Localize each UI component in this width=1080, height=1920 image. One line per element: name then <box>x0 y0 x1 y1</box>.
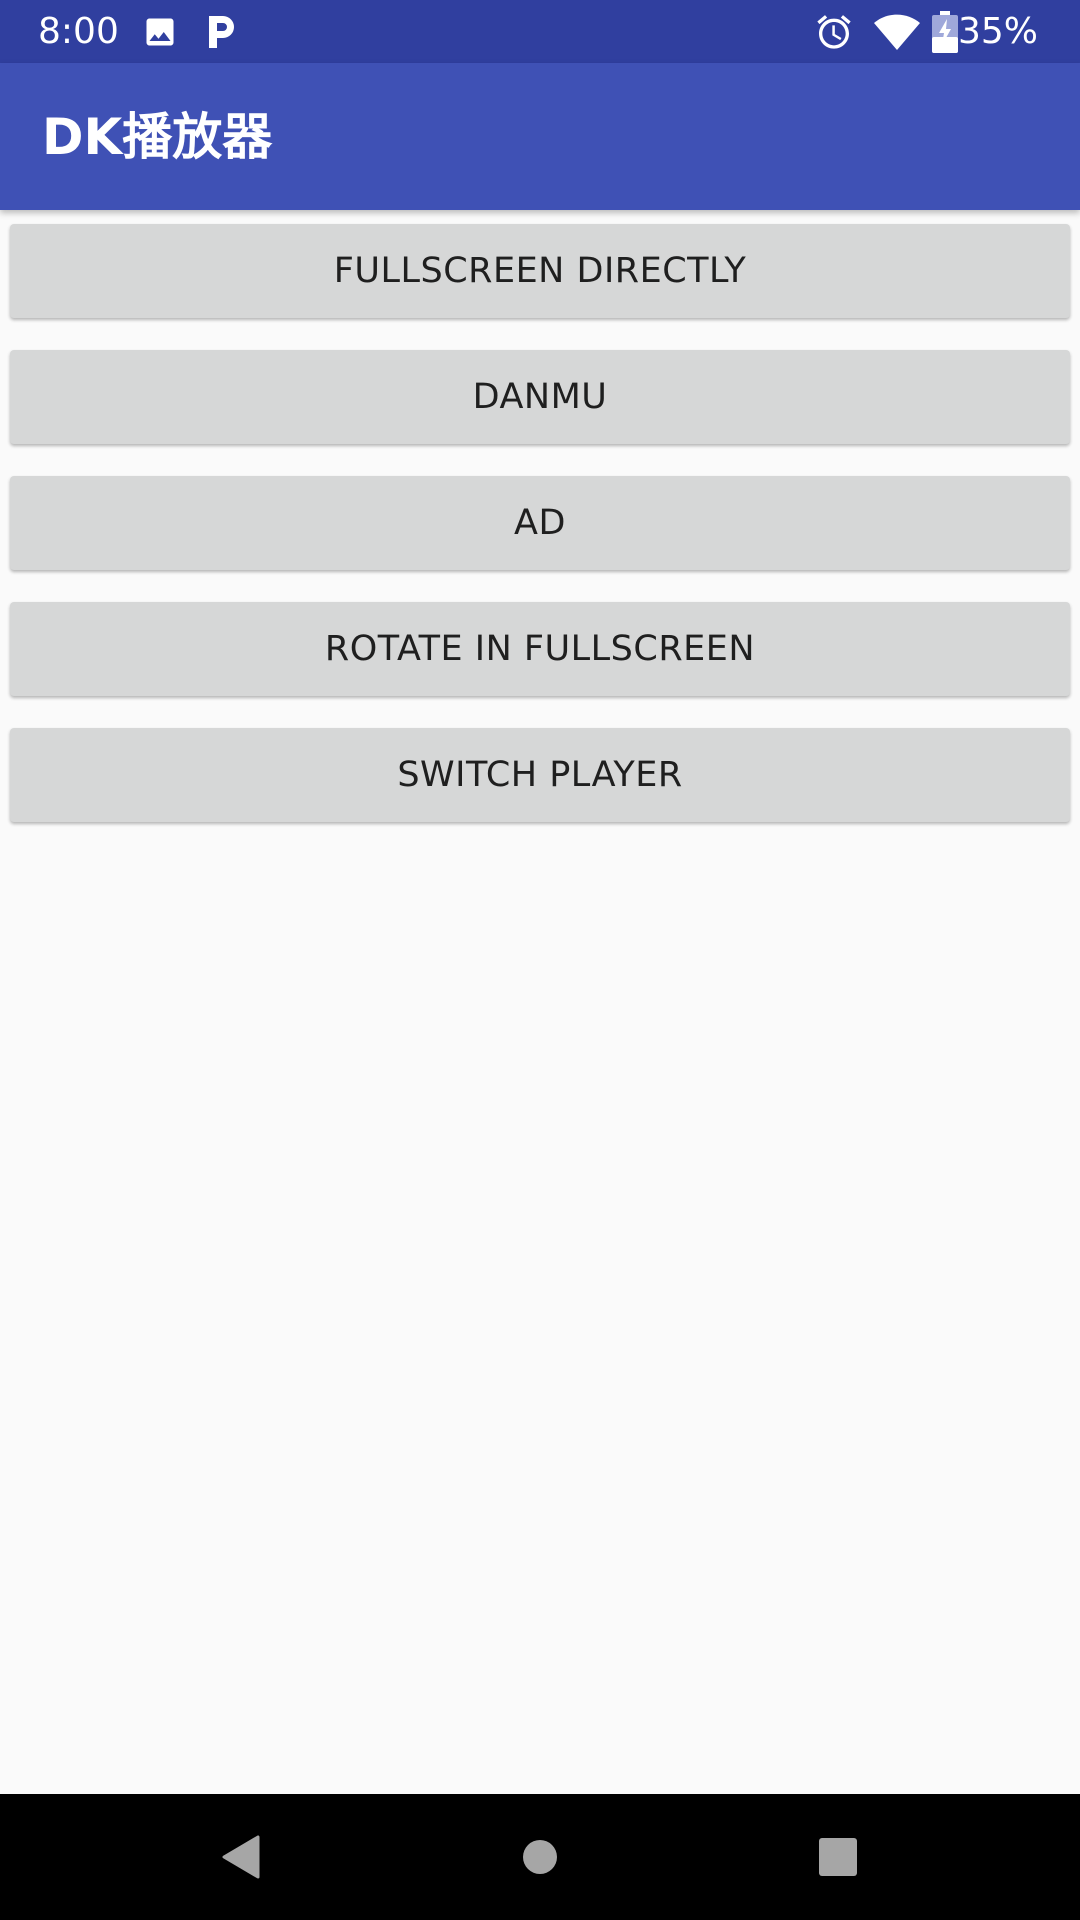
parking-app-icon <box>204 10 240 54</box>
image-icon <box>140 10 180 54</box>
battery-percent: 35% <box>957 11 1038 52</box>
home-icon[interactable] <box>512 1829 568 1885</box>
status-time: 8:00 <box>38 11 119 52</box>
danmu-button[interactable]: DANMU <box>10 350 1070 444</box>
status-bar: 8:00 35% <box>0 0 1080 63</box>
app-title: DK播放器 <box>42 108 273 166</box>
ad-button[interactable]: AD <box>10 476 1070 570</box>
switch-player-button[interactable]: SWITCH PLAYER <box>10 728 1070 822</box>
wifi-icon <box>872 10 922 54</box>
screen: 8:00 35% DK播放器 FULLSCREEN DIRECTLY DANMU… <box>0 0 1080 1920</box>
app-bar: DK播放器 <box>0 63 1080 210</box>
alarm-icon <box>812 10 856 54</box>
recents-icon[interactable] <box>810 1829 866 1885</box>
rotate-in-fullscreen-button[interactable]: ROTATE IN FULLSCREEN <box>10 602 1070 696</box>
battery-charging-icon <box>930 10 960 54</box>
back-icon[interactable] <box>212 1829 268 1885</box>
navigation-bar <box>0 1794 1080 1920</box>
fullscreen-directly-button[interactable]: FULLSCREEN DIRECTLY <box>10 224 1070 318</box>
